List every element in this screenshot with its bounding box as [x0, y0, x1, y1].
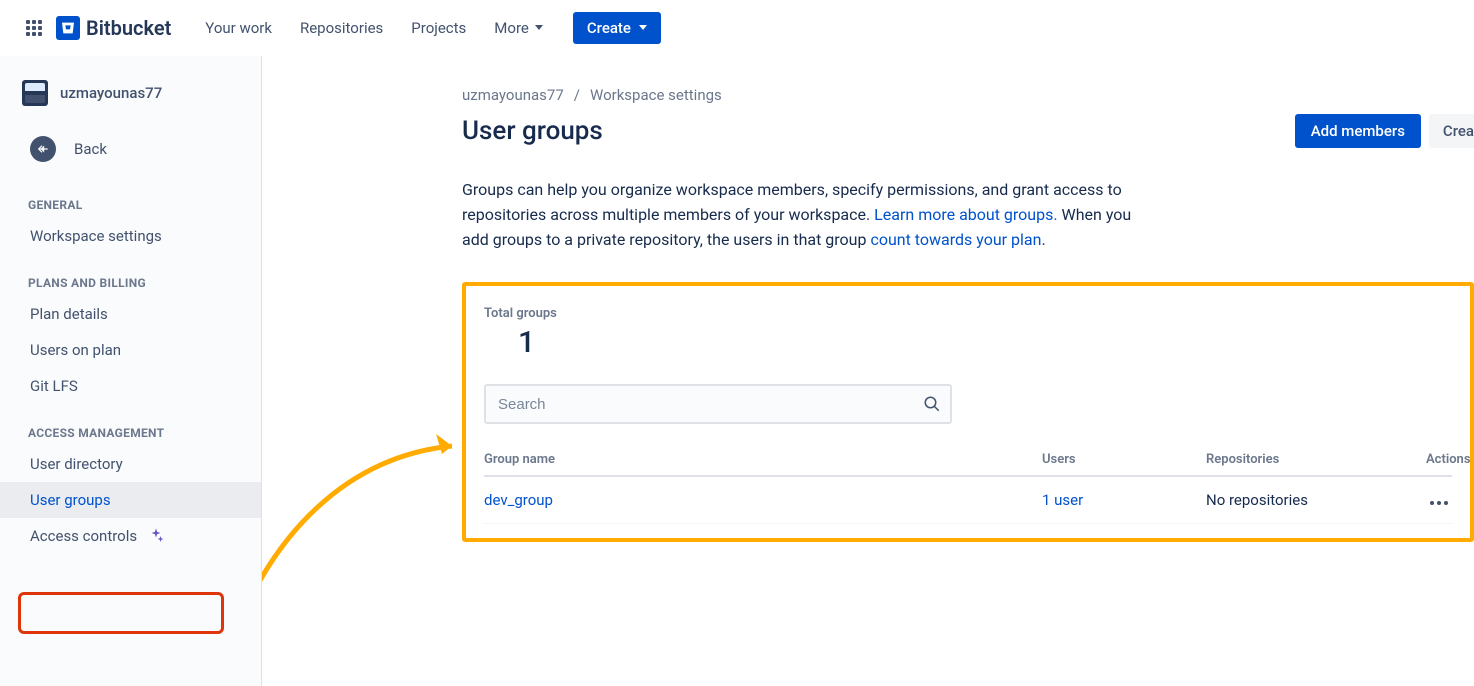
create-group-button[interactable]: Crea — [1429, 114, 1474, 148]
header-actions: Add members Crea — [1295, 114, 1474, 148]
learn-more-link[interactable]: Learn more about groups. — [874, 205, 1057, 224]
breadcrumb-current[interactable]: Workspace settings — [590, 86, 722, 104]
sidebar-item-git-lfs[interactable]: Git LFS — [0, 368, 261, 404]
nav-projects[interactable]: Projects — [399, 11, 478, 45]
row-actions-menu[interactable] — [1426, 497, 1452, 509]
sparkle-icon — [147, 527, 165, 545]
sidebar-item-users-on-plan[interactable]: Users on plan — [0, 332, 261, 368]
total-groups-count: 1 — [484, 325, 1452, 360]
workspace-icon — [22, 80, 48, 106]
count-towards-plan-link[interactable]: count towards your plan — [870, 230, 1041, 249]
annotation-arrow — [262, 326, 482, 626]
group-repos: No repositories — [1206, 491, 1426, 509]
brand-logo[interactable]: Bitbucket — [56, 16, 171, 40]
breadcrumb-workspace[interactable]: uzmayounas77 — [462, 86, 564, 104]
col-group-name: Group name — [484, 452, 1042, 467]
chevron-down-icon — [535, 25, 543, 30]
section-title-plans: PLANS AND BILLING — [0, 254, 261, 296]
sidebar-item-label: Access controls — [30, 527, 137, 545]
create-button-label: Create — [587, 19, 631, 37]
sidebar-item-plan-details[interactable]: Plan details — [0, 296, 261, 332]
workspace-header[interactable]: uzmayounas77 — [0, 76, 261, 124]
nav-more[interactable]: More — [482, 11, 555, 45]
sidebar-item-label: User groups — [30, 491, 111, 509]
breadcrumb-separator: / — [574, 86, 580, 104]
groups-table: Group name Users Repositories Actions de… — [484, 452, 1452, 524]
workspace-name: uzmayounas77 — [60, 84, 162, 102]
col-repositories: Repositories — [1206, 452, 1426, 467]
search-wrap — [484, 384, 952, 424]
bitbucket-icon — [56, 16, 80, 40]
sidebar: uzmayounas77 Back GENERAL Workspace sett… — [0, 56, 262, 686]
main-content: uzmayounas77 / Workspace settings User g… — [262, 56, 1474, 686]
search-input[interactable] — [484, 384, 952, 424]
sidebar-item-access-controls[interactable]: Access controls — [0, 518, 261, 554]
nav-more-label: More — [494, 19, 529, 37]
back-button[interactable]: Back — [0, 124, 261, 176]
col-actions: Actions — [1426, 452, 1474, 467]
apps-switcher-icon[interactable] — [22, 16, 46, 40]
sidebar-item-user-directory[interactable]: User directory — [0, 446, 261, 482]
breadcrumb: uzmayounas77 / Workspace settings — [462, 86, 1474, 104]
back-label: Back — [74, 140, 107, 158]
section-title-access: ACCESS MANAGEMENT — [0, 404, 261, 446]
group-users-link[interactable]: 1 user — [1042, 491, 1206, 509]
sidebar-item-user-groups[interactable]: User groups — [0, 482, 261, 518]
section-title-general: GENERAL — [0, 176, 261, 218]
col-users: Users — [1042, 452, 1206, 467]
sidebar-item-workspace-settings[interactable]: Workspace settings — [0, 218, 261, 254]
page-header: User groups Add members Crea — [462, 114, 1474, 148]
search-icon[interactable] — [922, 394, 942, 414]
table-row: dev_group 1 user No repositories — [484, 477, 1452, 524]
nav-repositories[interactable]: Repositories — [288, 11, 395, 45]
group-name-link[interactable]: dev_group — [484, 491, 1042, 509]
nav-your-work[interactable]: Your work — [193, 11, 284, 45]
brand-text: Bitbucket — [86, 16, 171, 40]
add-members-button[interactable]: Add members — [1295, 114, 1421, 148]
total-groups-label: Total groups — [484, 306, 1452, 321]
annotation-highlight-panel: Total groups 1 Group name Users Reposito… — [462, 282, 1474, 542]
create-button[interactable]: Create — [573, 12, 661, 44]
page-description: Groups can help you organize workspace m… — [462, 178, 1152, 252]
annotation-highlight-sidebar — [18, 592, 224, 634]
page-title: User groups — [462, 116, 603, 146]
topbar: Bitbucket Your work Repositories Project… — [0, 0, 1474, 56]
table-header: Group name Users Repositories Actions — [484, 452, 1452, 477]
chevron-down-icon — [639, 25, 647, 30]
arrow-left-icon — [30, 136, 56, 162]
